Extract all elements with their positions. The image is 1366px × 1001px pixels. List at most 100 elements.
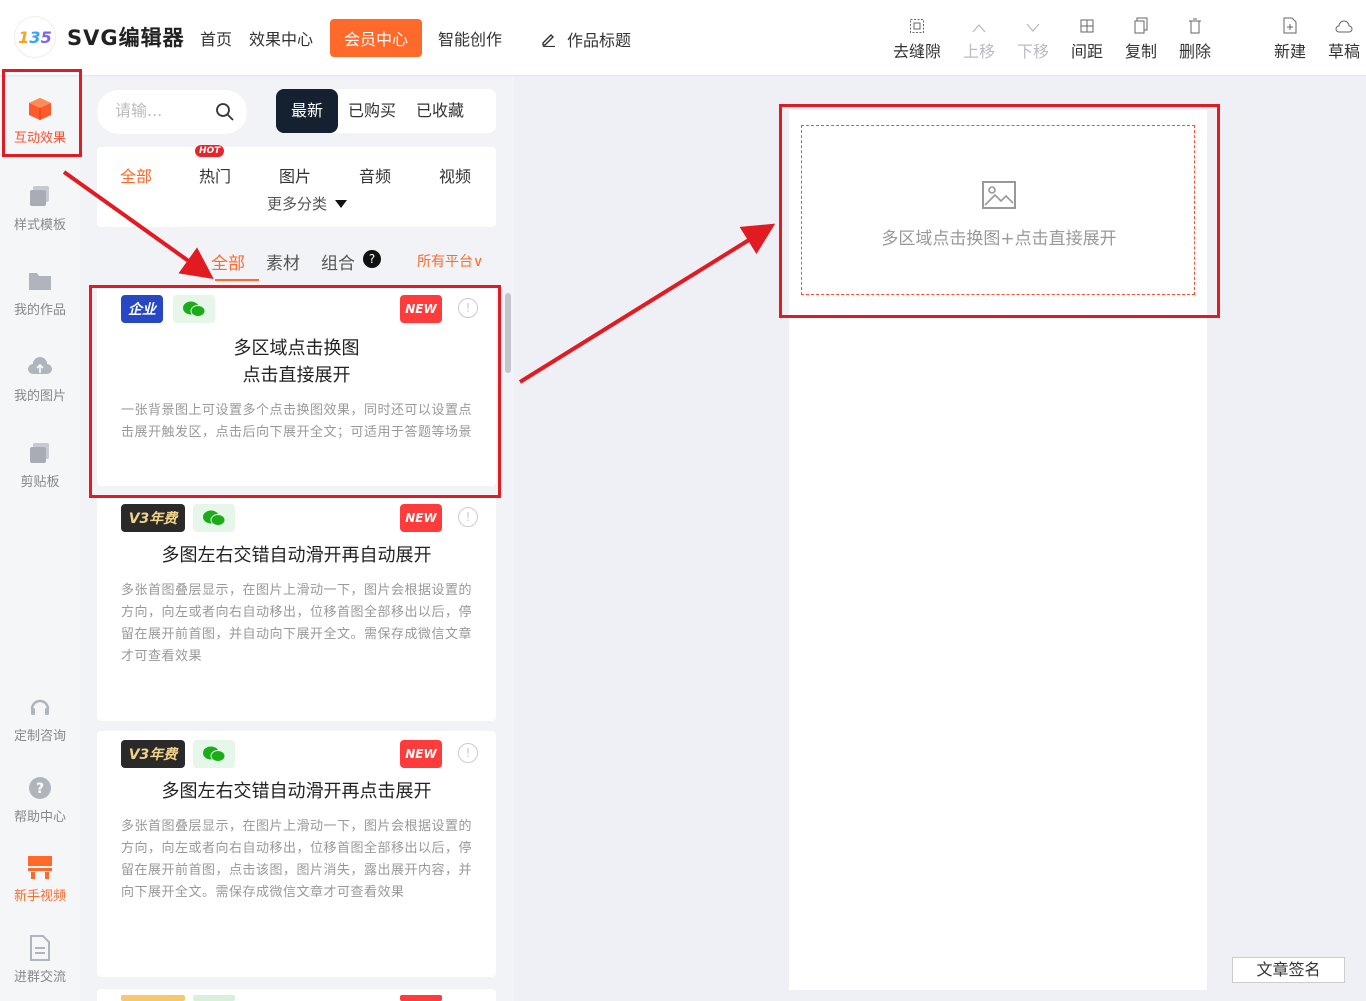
wechat-icon xyxy=(193,740,235,768)
brand-name: SVG编辑器 xyxy=(67,26,185,50)
move-up-button[interactable]: 上移 xyxy=(951,12,1007,62)
rail-join-group[interactable]: 进群交流 xyxy=(0,934,80,985)
rail-interactive-effects[interactable]: 互动效果 xyxy=(0,95,80,146)
nav-effects-center[interactable]: 效果中心 xyxy=(241,19,321,57)
draft-button[interactable]: 草稿 xyxy=(1316,12,1366,62)
search-input[interactable] xyxy=(115,101,205,120)
remove-gap-icon xyxy=(910,19,924,33)
image-placeholder-icon xyxy=(982,181,1016,209)
card-description: 一张背景图上可设置多个点击换图效果，同时还可以设置点击展开触发区，点击后向下展开… xyxy=(121,403,473,440)
work-title-field[interactable]: 作品标题 xyxy=(541,27,631,51)
subtab-all[interactable]: 全部 xyxy=(211,249,245,274)
move-down-label: 下移 xyxy=(1016,42,1049,61)
wechat-badge-peek xyxy=(193,995,235,1001)
rail-templates-label: 样式模板 xyxy=(13,218,66,233)
search-icon[interactable] xyxy=(215,102,235,122)
copy-label: 复制 xyxy=(1124,42,1157,61)
cloud-icon xyxy=(1335,20,1353,33)
effect-card-3[interactable]: V3年费 NEW ! 多图左右交错自动滑开再点击展开 多张首图叠层显示，在图片上… xyxy=(97,731,496,977)
more-categories-dropdown[interactable]: 更多分类 xyxy=(267,193,348,214)
category-audio[interactable]: 音频 xyxy=(359,163,391,187)
rail-clipboard-label: 剪贴板 xyxy=(20,475,60,490)
search-box xyxy=(97,90,247,134)
rail-tutorial-videos[interactable]: 新手视频 xyxy=(0,853,80,904)
component-placeholder[interactable]: 多区域点击换图+点击直接展开 xyxy=(801,125,1195,295)
platform-filter[interactable]: 所有平台∨ xyxy=(417,251,483,271)
chevron-down-icon xyxy=(1026,23,1040,32)
subtab-material[interactable]: 素材 xyxy=(266,249,300,274)
sort-tabs: 最新 已购买 已收藏 xyxy=(276,89,496,133)
spacing-button[interactable]: 间距 xyxy=(1059,12,1115,62)
subtab-combo[interactable]: 组合 xyxy=(321,249,355,274)
new-badge: NEW xyxy=(400,295,442,323)
rail-custom-consult[interactable]: 定制咨询 xyxy=(0,693,80,744)
top-bar: 135 SVG编辑器 首页 效果中心 会员中心 智能创作 作品标题 去缝隙 上移… xyxy=(0,0,1366,76)
remove-gap-button[interactable]: 去缝隙 xyxy=(889,12,945,62)
tab-favorited[interactable]: 已收藏 xyxy=(406,89,474,133)
rail-my-works[interactable]: 我的作品 xyxy=(0,267,80,318)
article-signature-button[interactable]: 文章签名 xyxy=(1232,957,1345,983)
caret-down-icon xyxy=(335,199,348,208)
nav-home[interactable]: 首页 xyxy=(192,19,240,57)
card-title-line2: 点击直接展开 xyxy=(242,365,351,386)
help-circle-icon[interactable]: ? xyxy=(363,250,381,268)
effect-card-1[interactable]: 企业 NEW ! 多区域点击换图 点击直接展开 一张背景图上可设置多个点击换图效… xyxy=(97,286,496,486)
left-rail: 互动效果 样式模板 我的作品 我的图片 剪贴板 定制咨询 ? 帮助中心 新手视频… xyxy=(0,77,80,1001)
card-description: 多张首图叠层显示，在图片上滑动一下，图片会根据设置的方向，向左或者向右自动移出，… xyxy=(121,583,473,664)
draft-label: 草稿 xyxy=(1327,42,1360,61)
category-all[interactable]: 全部 xyxy=(120,163,152,187)
pencil-icon xyxy=(542,34,555,47)
info-icon[interactable]: ! xyxy=(458,743,478,763)
new-badge: NEW xyxy=(400,504,442,532)
rail-works-label: 我的作品 xyxy=(13,303,66,318)
folder-icon xyxy=(29,273,51,290)
chevron-up-icon xyxy=(972,24,986,33)
info-icon[interactable]: ! xyxy=(458,507,478,527)
more-categories-label: 更多分类 xyxy=(267,195,328,213)
badge-peek xyxy=(121,995,185,1001)
logo-char-3: 5 xyxy=(40,27,52,47)
category-video[interactable]: 视频 xyxy=(439,163,471,187)
panel-scrollbar[interactable] xyxy=(505,293,511,373)
video-icon xyxy=(28,856,52,879)
v3-annual-badge: V3年费 xyxy=(121,504,185,532)
card-title: 多图左右交错自动滑开再自动展开 xyxy=(161,545,432,566)
rail-interactive-label: 互动效果 xyxy=(13,131,66,146)
new-button[interactable]: 新建 xyxy=(1262,12,1318,62)
placeholder-label: 多区域点击换图+点击直接展开 xyxy=(881,229,1117,249)
rail-my-images[interactable]: 我的图片 xyxy=(0,353,80,404)
tab-latest[interactable]: 最新 xyxy=(276,89,339,133)
wechat-icon xyxy=(193,504,235,532)
new-badge-peek xyxy=(400,995,442,1001)
app-logo[interactable]: 135 xyxy=(14,16,56,58)
rail-group-label: 进群交流 xyxy=(13,970,66,985)
card-title-line1: 多区域点击换图 xyxy=(233,338,360,359)
hot-badge: HOT xyxy=(195,145,225,157)
copy-icon xyxy=(1134,17,1148,34)
copy-button[interactable]: 复制 xyxy=(1113,12,1169,62)
spacing-icon xyxy=(1080,19,1094,33)
effect-card-4-peek[interactable] xyxy=(97,989,496,1001)
nav-smart-create[interactable]: 智能创作 xyxy=(430,19,510,57)
nav-member-center[interactable]: 会员中心 xyxy=(330,19,423,57)
effect-card-2[interactable]: V3年费 NEW ! 多图左右交错自动滑开再自动展开 多张首图叠层显示，在图片上… xyxy=(97,495,496,721)
category-hot[interactable]: 热门 xyxy=(199,163,231,187)
rail-style-templates[interactable]: 样式模板 xyxy=(0,182,80,233)
wechat-icon xyxy=(173,295,215,323)
move-down-button[interactable]: 下移 xyxy=(1005,12,1061,62)
new-badge: NEW xyxy=(400,740,442,768)
delete-button[interactable]: 删除 xyxy=(1167,12,1223,62)
new-label: 新建 xyxy=(1273,42,1306,61)
tab-purchased[interactable]: 已购买 xyxy=(338,89,406,133)
info-icon[interactable]: ! xyxy=(458,298,478,318)
remove-gap-label: 去缝隙 xyxy=(892,42,941,61)
category-images[interactable]: 图片 xyxy=(279,163,311,187)
logo-char-2: 3 xyxy=(29,27,41,47)
work-title-placeholder: 作品标题 xyxy=(567,31,632,50)
svg-text:?: ? xyxy=(36,781,44,797)
move-up-label: 上移 xyxy=(962,42,995,61)
rail-help-center[interactable]: ? 帮助中心 xyxy=(0,774,80,825)
headset-icon xyxy=(30,699,50,715)
rail-clipboard[interactable]: 剪贴板 xyxy=(0,439,80,490)
help-icon: ? xyxy=(29,777,51,799)
